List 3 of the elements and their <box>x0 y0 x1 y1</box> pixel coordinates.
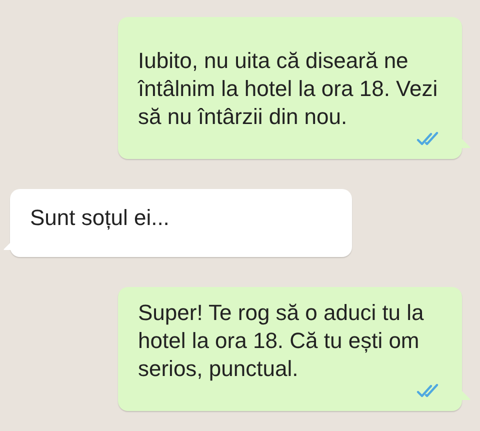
message-text: Super! Te rog să o aduci tu la hotel la ora 18. Că tu ești om serios, punctual. <box>138 299 425 383</box>
message-text: Iubito, nu uita că diseară ne întâlnim la hotel la ora 18. Vezi să nu întârzii din nou. <box>138 47 439 131</box>
message-text: Sunt soțul ei... <box>30 204 170 232</box>
